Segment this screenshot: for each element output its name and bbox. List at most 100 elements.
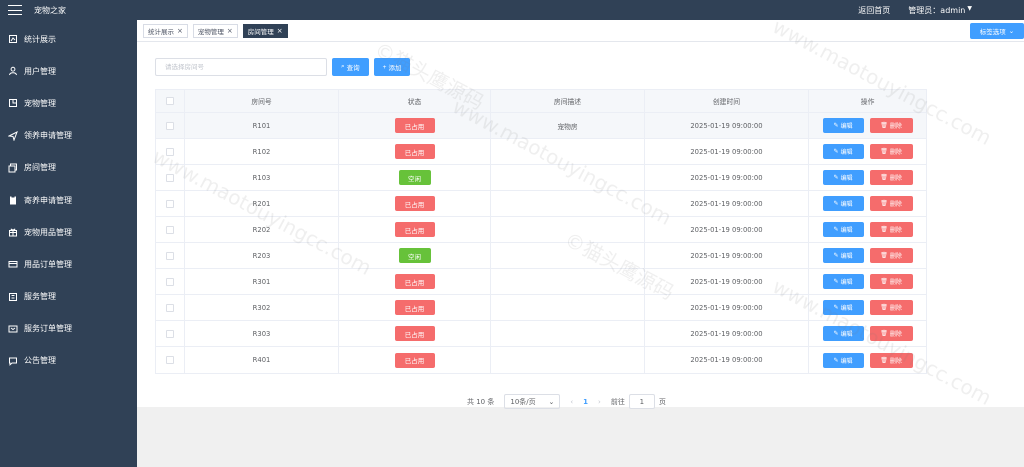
close-icon[interactable]: × [277,27,283,35]
select-all-checkbox[interactable] [166,97,175,105]
edit-button[interactable]: ✎ 编辑 [822,170,864,185]
delete-button[interactable]: 🗑 删除 [869,222,913,237]
delete-button[interactable]: 🗑 删除 [869,144,913,159]
edit-button[interactable]: ✎ 编辑 [822,118,864,133]
edit-button[interactable]: ✎ 编辑 [822,144,864,159]
sidebar-item[interactable]: 用品订单管理 [0,248,137,280]
row-checkbox[interactable] [166,173,175,182]
sidebar-item[interactable]: 房间管理 [0,152,137,184]
row-checkbox-cell [156,347,186,373]
sidebar-item[interactable]: 宠物管理 [0,87,137,119]
tab[interactable]: 房间管理 × [242,23,288,38]
row-checkbox[interactable] [166,199,175,208]
sidebar-item-label: 寄养申请管理 [24,195,72,205]
table-row: R103 空闲 2025-01-19 09:00:00 ✎ 编辑 🗑 删除 [156,165,926,191]
next-page-icon[interactable]: › [598,398,601,406]
table-row: R203 空闲 2025-01-19 09:00:00 ✎ 编辑 🗑 删除 [156,243,926,269]
row-checkbox[interactable] [166,329,175,338]
delete-button[interactable]: 🗑 删除 [869,274,913,289]
row-checkbox-cell [156,217,186,242]
add-label: 添加 [388,65,402,72]
created-time: 2025-01-19 09:00:00 [645,295,810,320]
sidebar-item[interactable]: 用户管理 [0,55,137,87]
rooms-table: 房间号 状态 房间描述 创建时间 操作 R101 已占用 宠物房 2025-01… [155,89,927,374]
edit-button[interactable]: ✎ 编辑 [822,326,864,341]
actions-cell: ✎ 编辑 🗑 删除 [809,321,926,346]
room-search-input[interactable] [155,58,327,76]
service-order-icon [8,324,18,334]
delete-button[interactable]: 🗑 删除 [869,196,913,211]
status-cell: 已占用 [339,347,492,373]
created-time: 2025-01-19 09:00:00 [645,165,810,190]
status-cell: 已占用 [339,295,492,320]
sidebar-item[interactable]: 寄养申请管理 [0,184,137,216]
status-badge: 已占用 [394,118,435,133]
page-number[interactable]: 1 [583,398,588,406]
row-checkbox[interactable] [166,225,175,234]
delete-button[interactable]: 🗑 删除 [869,118,913,133]
row-checkbox-cell [156,139,186,164]
edit-button[interactable]: ✎ 编辑 [822,248,864,263]
row-checkbox-cell [156,321,186,346]
close-icon[interactable]: × [227,27,233,35]
sidebar-item-label: 宠物用品管理 [24,227,72,237]
sidebar-item[interactable]: 服务订单管理 [0,313,137,345]
row-checkbox-cell [156,269,186,294]
delete-button[interactable]: 🗑 删除 [869,352,913,368]
sidebar-item[interactable]: 领养申请管理 [0,120,137,152]
status-badge: 空闲 [398,170,431,185]
delete-button[interactable]: 🗑 删除 [869,300,913,315]
delete-label: 删除 [889,124,902,130]
tabs-bar: 统计展示 × 宠物管理 × 房间管理 × 标签选项 ⌄ [137,20,1024,42]
row-checkbox[interactable] [166,147,175,156]
tab-options-button[interactable]: 标签选项 ⌄ [970,23,1024,39]
trash-icon: 🗑 [880,201,888,207]
created-time: 2025-01-19 09:00:00 [645,113,810,138]
row-checkbox[interactable] [166,277,175,286]
room-description [491,347,645,373]
edit-button[interactable]: ✎ 编辑 [822,300,864,315]
row-checkbox[interactable] [166,251,175,260]
delete-button[interactable]: 🗑 删除 [869,326,913,341]
row-checkbox[interactable] [166,356,175,364]
edit-label: 编辑 [840,306,853,312]
prev-page-icon[interactable]: ‹ [570,398,573,406]
header-checkbox-cell [156,90,186,112]
status-cell: 已占用 [339,139,492,164]
actions-cell: ✎ 编辑 🗑 删除 [809,269,926,294]
edit-button[interactable]: ✎ 编辑 [822,222,864,237]
edit-button[interactable]: ✎ 编辑 [822,352,864,368]
row-checkbox[interactable] [166,303,175,312]
sidebar-item[interactable]: 公告管理 [0,345,137,377]
tab[interactable]: 宠物管理 × [192,23,238,38]
room-description [491,139,645,164]
add-button[interactable]: + 添加 [373,58,411,76]
edit-label: 编辑 [840,254,853,260]
admin-menu[interactable]: 管理员：admin ▼ [908,5,972,16]
search-icon: ⌕ [341,63,345,70]
room-description: 宠物房 [491,113,645,138]
query-button[interactable]: ⌕ 查询 [332,58,369,76]
sidebar-item[interactable]: 统计展示 [0,23,137,55]
sidebar-item[interactable]: 宠物用品管理 [0,216,137,248]
edit-icon: ✎ [833,279,839,285]
goto-page-input[interactable] [628,394,655,409]
main-area: 统计展示× 宠物管理× 房间管理× 标签选项 ⌄ ⌕ 查询 + 添加 房间号 状态 … [137,20,1024,467]
room-number: R303 [185,321,339,346]
page-size-select[interactable]: 10条/页 ⌄ [504,394,561,409]
delete-button[interactable]: 🗑 删除 [869,170,913,185]
close-icon[interactable]: × [177,27,183,35]
edit-button[interactable]: ✎ 编辑 [822,196,864,211]
delete-button[interactable]: 🗑 删除 [869,248,913,263]
hamburger-menu-icon[interactable] [8,5,22,15]
table-row: R101 已占用 宠物房 2025-01-19 09:00:00 ✎ 编辑 🗑 删除 [156,113,926,139]
actions-cell: ✎ 编辑 🗑 删除 [809,295,926,320]
created-time: 2025-01-19 09:00:00 [645,139,810,164]
tab[interactable]: 统计展示 × [143,23,188,38]
home-link[interactable]: 返回首页 [858,5,890,16]
edit-button[interactable]: ✎ 编辑 [822,274,864,289]
caret-down-icon: ▼ [967,4,972,12]
sidebar-item[interactable]: 服务管理 [0,281,137,313]
row-checkbox[interactable] [166,121,175,130]
trash-icon: 🗑 [880,123,888,129]
